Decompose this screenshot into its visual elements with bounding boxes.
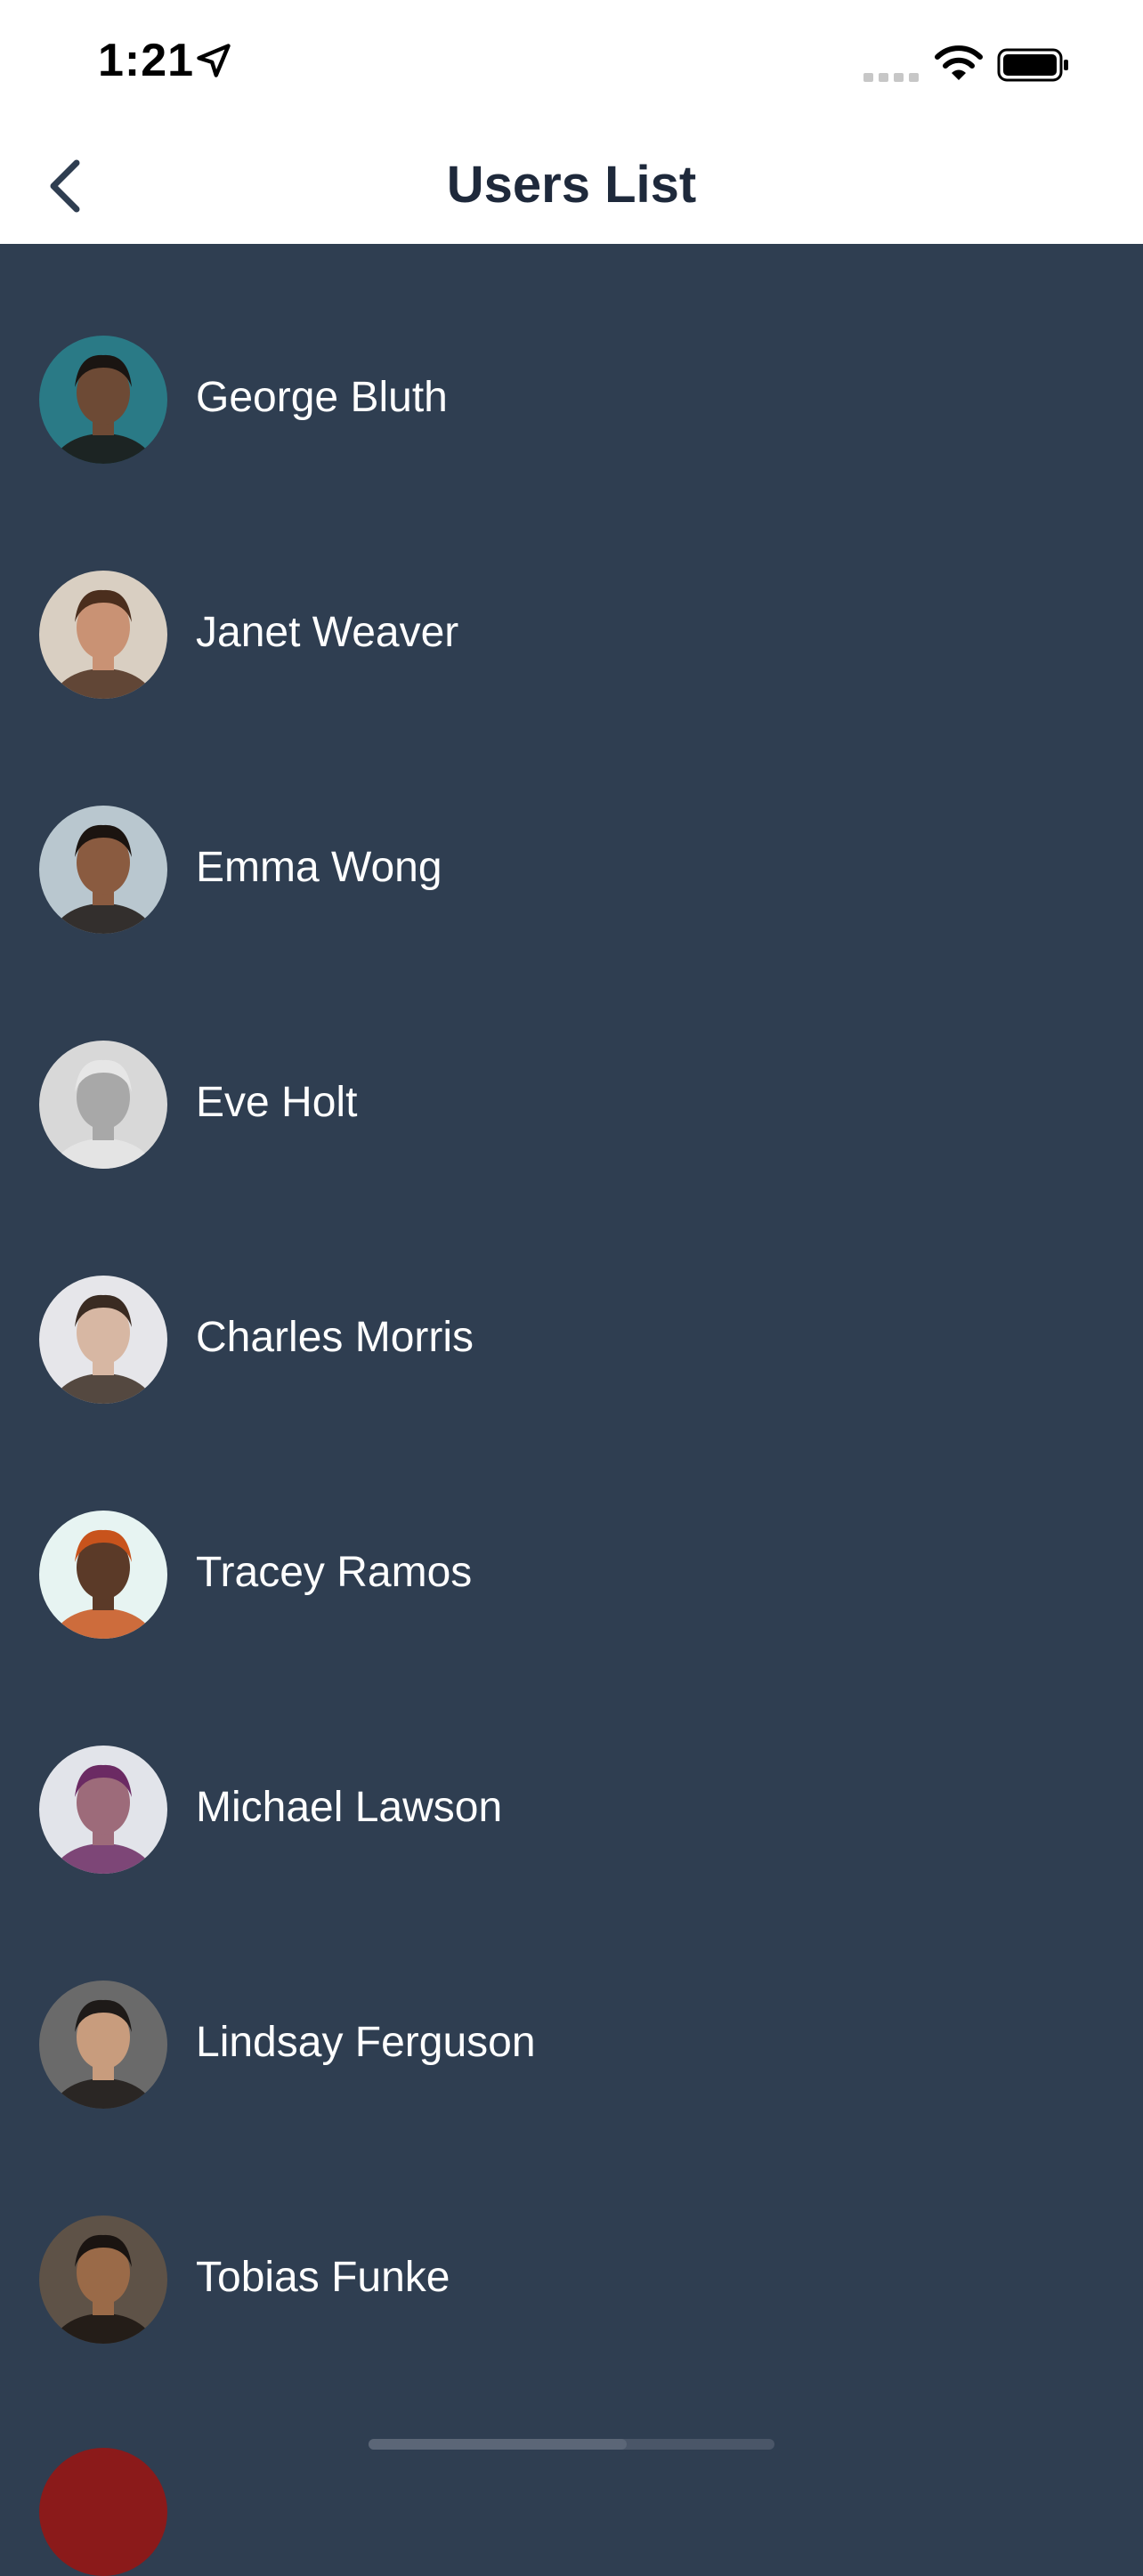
avatar [39,336,167,464]
page-title: Users List [446,156,697,214]
status-bar: 1:21 [0,0,1143,125]
avatar [39,1981,167,2109]
avatar [39,806,167,934]
user-name: Michael Lawson [196,1784,503,1831]
list-item[interactable]: Janet Weaver [0,479,1143,714]
list-item[interactable]: Michael Lawson [0,1654,1143,1889]
wifi-icon [935,45,983,88]
location-arrow-icon [194,41,233,85]
user-name: Emma Wong [196,844,442,891]
avatar [39,1511,167,1639]
list-item[interactable]: Tobias Funke [0,2124,1143,2359]
list-item[interactable]: Eve Holt [0,949,1143,1184]
scroll-indicator-thumb [369,2439,627,2450]
user-name: Charles Morris [196,1314,474,1361]
user-name: Lindsay Ferguson [196,2019,536,2066]
list-item[interactable]: Emma Wong [0,714,1143,949]
user-name: Janet Weaver [196,609,459,656]
navigation-bar: Users List [0,125,1143,244]
battery-icon [997,45,1070,88]
status-time: 1:21 [98,35,195,86]
avatar [39,2216,167,2344]
avatar [39,1041,167,1169]
avatar [39,1746,167,1874]
cellular-signal-icon [863,69,920,88]
list-item[interactable]: Lindsay Ferguson [0,1889,1143,2124]
list-item[interactable]: Tracey Ramos [0,1419,1143,1654]
user-name: Tobias Funke [196,2254,450,2301]
avatar [39,571,167,699]
scroll-indicator [369,2439,774,2450]
avatar [39,1276,167,1404]
user-name: Eve Holt [196,1079,358,1126]
avatar[interactable] [39,2448,167,2576]
user-name: George Bluth [196,374,448,421]
list-item[interactable]: Charles Morris [0,1184,1143,1419]
list-item[interactable]: George Bluth [0,244,1143,479]
user-name: Tracey Ramos [196,1549,473,1596]
